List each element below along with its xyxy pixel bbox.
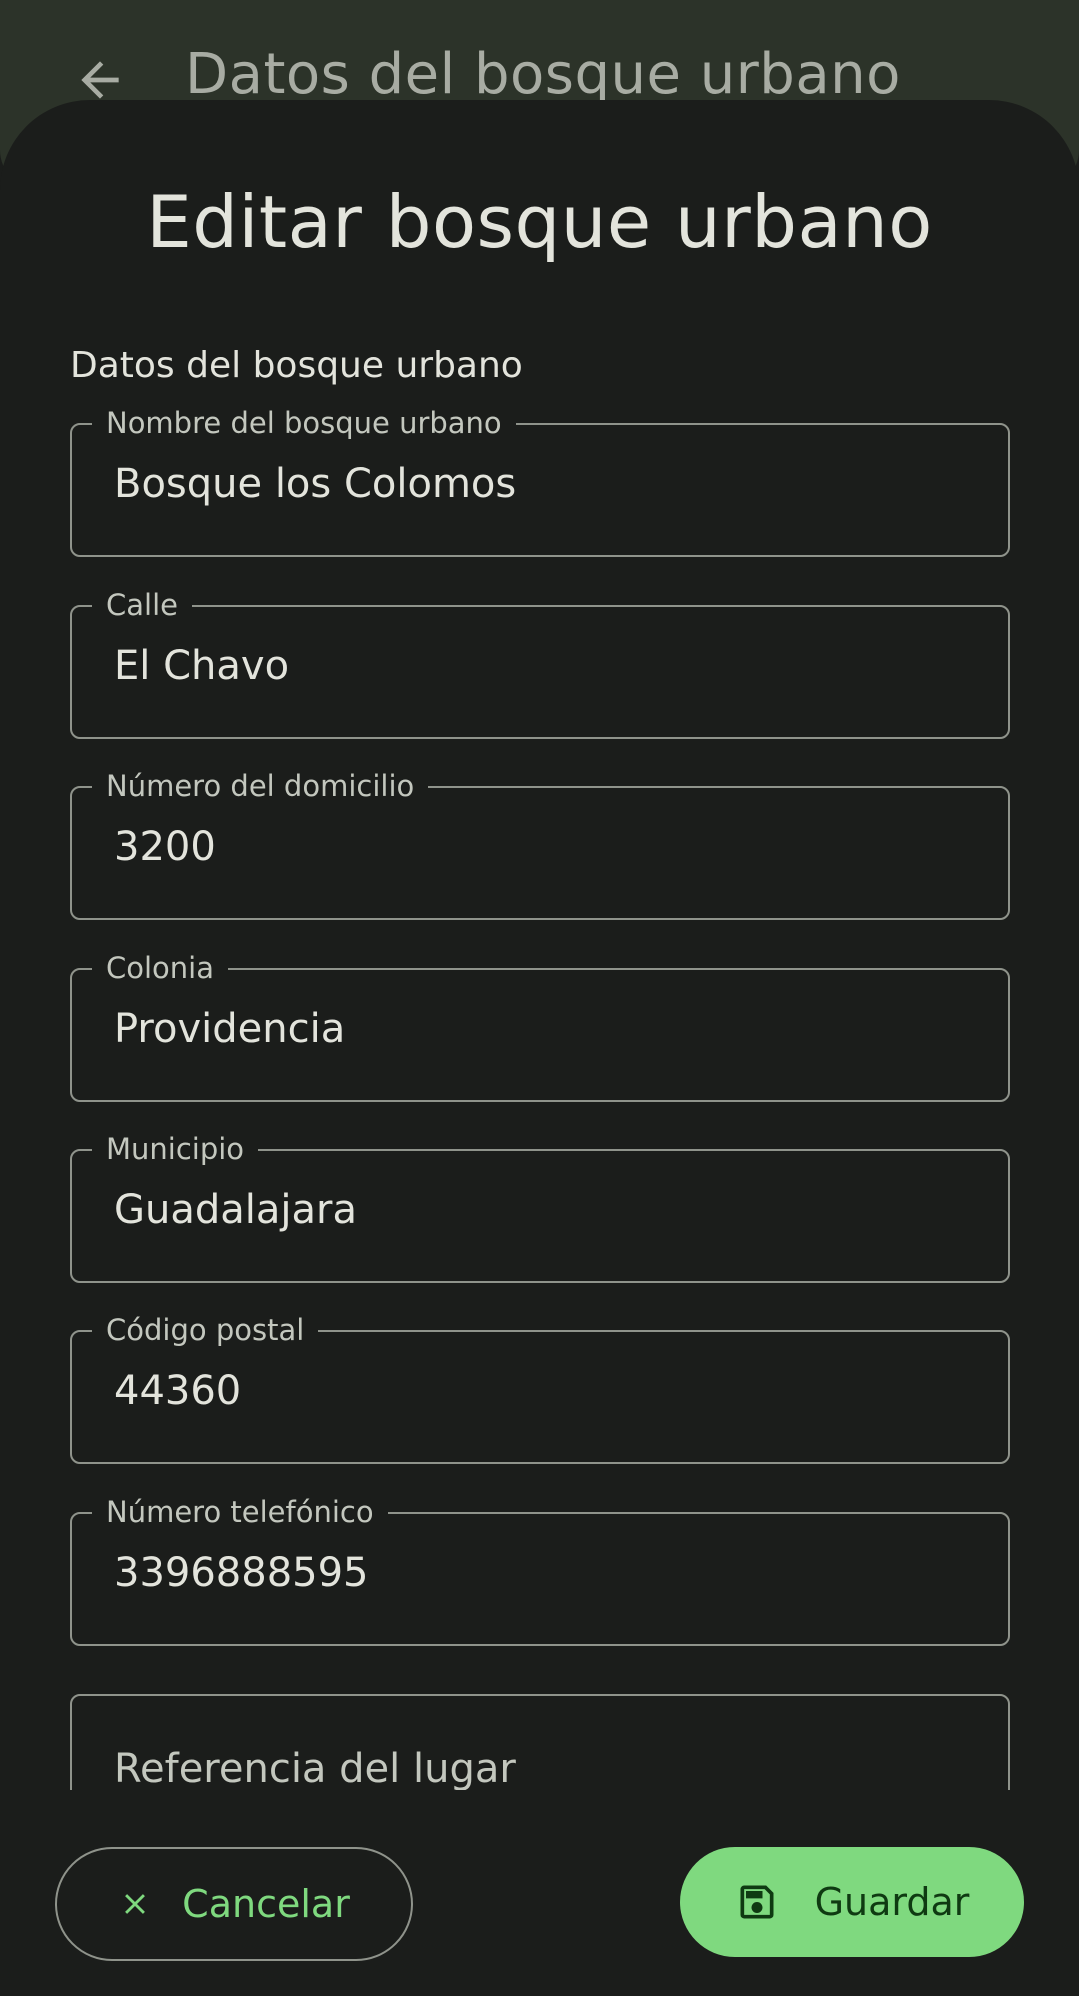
field-value[interactable]: 3200 [114, 824, 216, 870]
forest-name-field[interactable]: Nombre del bosque urbano Bosque los Colo… [70, 403, 1010, 557]
field-label: Código postal [92, 1310, 319, 1350]
save-button[interactable]: Guardar [680, 1847, 1024, 1957]
field-placeholder: Referencia del lugar [114, 1746, 516, 1790]
phone-number-field[interactable]: Número telefónico 3396888595 [70, 1492, 1010, 1646]
section-label: Datos del bosque urbano [70, 345, 523, 386]
field-value[interactable]: 3396888595 [114, 1550, 369, 1596]
place-reference-field[interactable]: Referencia del lugar [70, 1694, 1010, 1790]
edit-bottom-sheet: Editar bosque urbano Datos del bosque ur… [0, 100, 1079, 1996]
cancel-button-label: Cancelar [182, 1882, 350, 1926]
sheet-title: Editar bosque urbano [146, 180, 933, 264]
street-field[interactable]: Calle El Chavo [70, 585, 1010, 739]
background-screen-title: Datos del bosque urbano [185, 42, 901, 107]
field-value[interactable]: Providencia [114, 1006, 345, 1052]
field-label: Municipio [92, 1129, 259, 1169]
field-label: Número telefónico [92, 1492, 388, 1532]
scroll-clip: Referencia del lugar [60, 1690, 1020, 1790]
field-label: Calle [92, 585, 192, 625]
municipality-field[interactable]: Municipio Guadalajara [70, 1129, 1010, 1283]
field-label: Nombre del bosque urbano [92, 403, 516, 443]
field-label: Colonia [92, 948, 228, 988]
field-value[interactable]: Bosque los Colomos [114, 461, 516, 507]
field-value[interactable]: 44360 [114, 1368, 241, 1414]
postal-code-field[interactable]: Código postal 44360 [70, 1310, 1010, 1464]
save-button-label: Guardar [814, 1880, 970, 1924]
field-value[interactable]: Guadalajara [114, 1187, 357, 1233]
neighborhood-field[interactable]: Colonia Providencia [70, 948, 1010, 1102]
close-icon [125, 1894, 146, 1914]
address-number-field[interactable]: Número del domicilio 3200 [70, 766, 1010, 920]
save-icon [740, 1885, 774, 1919]
field-value[interactable]: El Chavo [114, 643, 289, 689]
cancel-button[interactable]: Cancelar [55, 1847, 413, 1961]
field-label: Número del domicilio [92, 766, 429, 806]
